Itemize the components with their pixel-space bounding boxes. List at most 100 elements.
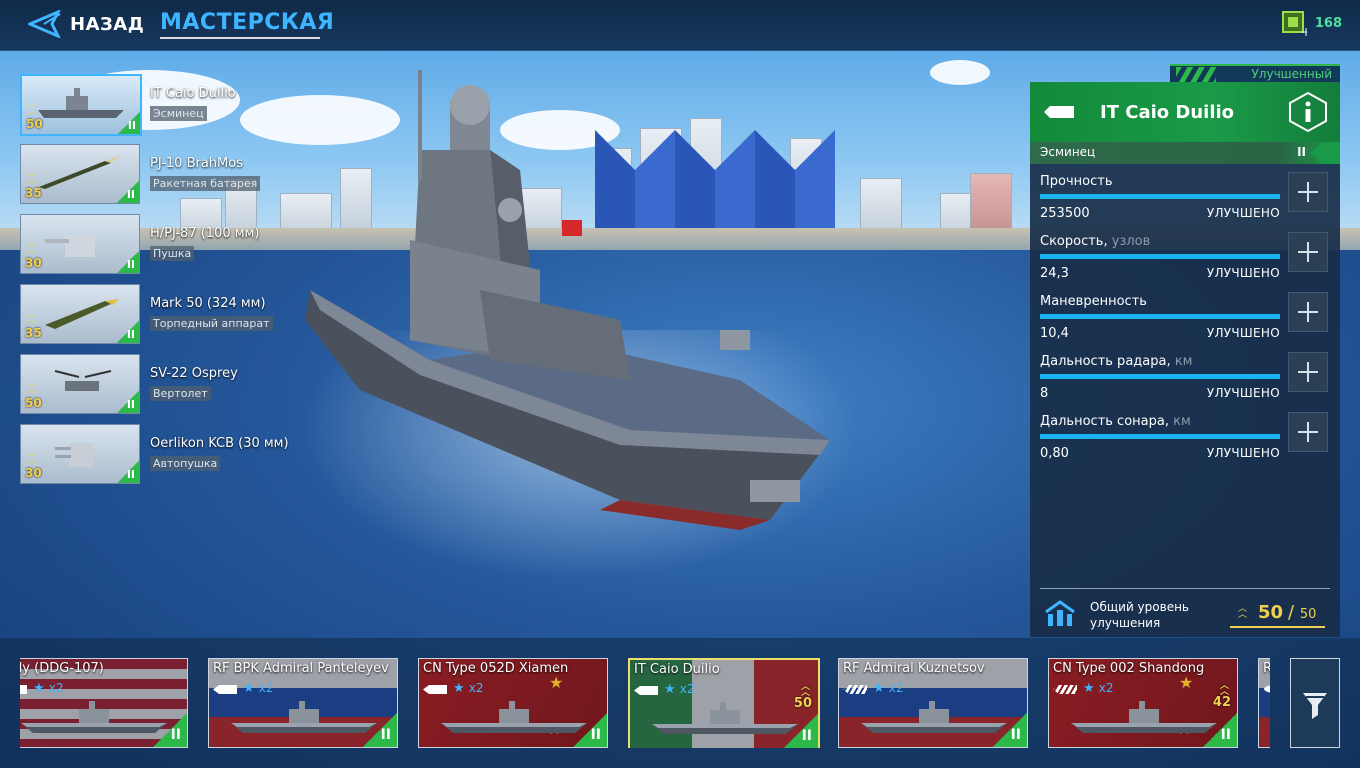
module-thumbnail[interactable]: ︿ ︿ 50 II (20, 354, 140, 414)
module-thumbnail[interactable]: ︿ ︿ 50 II (20, 74, 142, 136)
fleet-ship-stars: ★ x2 (664, 682, 695, 697)
module-name: Mark 50 (324 мм) (150, 296, 266, 311)
level-chevron-icon: ︿ ︿ (1219, 681, 1229, 697)
level-chevron-icon: ︿ ︿ (27, 309, 37, 326)
flag-star-icon: ★ (549, 673, 564, 692)
stat-name: Прочность (1040, 174, 1113, 189)
filter-button[interactable] (1290, 658, 1340, 748)
stat-upgrade-plus-button[interactable] (1288, 412, 1328, 452)
module-thumbnail[interactable]: ︿ ︿ 35 II (20, 284, 140, 344)
stat-upgrade-plus-button[interactable] (1288, 232, 1328, 272)
star-count: x2 (48, 681, 64, 695)
stat-bar-fill (1040, 374, 1280, 379)
module-tier: II (127, 119, 136, 132)
stat-bar-fill (1040, 194, 1280, 199)
stat-value: 0,80 (1040, 446, 1069, 461)
filter-funnel-icon (1303, 693, 1327, 719)
stat-status: УЛУЧШЕНО (1206, 266, 1280, 280)
back-label: НАЗАД (70, 13, 145, 35)
module-tier: II (126, 258, 135, 271)
fleet-ship-name: CN Type 052D Xiamen (423, 661, 569, 676)
back-button[interactable]: НАЗАД (28, 10, 144, 38)
fleet-ship-level-value: 50 (793, 696, 812, 711)
module-item[interactable]: ︿ ︿ 30 II Oerlikon KCB (30 мм) Автопушка (20, 424, 320, 484)
fleet-ship-card[interactable]: CN Type 002 Shandong★ x2★★︿︿42II (1048, 658, 1238, 748)
star-icon: ★ (243, 681, 255, 696)
back-arrow-icon (28, 10, 61, 38)
total-upgrade-value: ︿ ︿ 50 / 50 (1230, 600, 1325, 628)
module-name: H/PJ-87 (100 мм) (150, 226, 260, 241)
tier-badge: II (573, 713, 607, 747)
stat-status: УЛУЧШЕНО (1206, 386, 1280, 400)
module-item[interactable]: ︿ ︿ 35 II Mark 50 (324 мм) Торпедный аппа… (20, 284, 320, 344)
info-button[interactable] (1288, 92, 1328, 132)
fleet-carousel[interactable]: vely (DDG-107)★ x2II RF BPK Admiral Pante… (20, 658, 1270, 748)
ship-silhouette-icon (652, 702, 798, 734)
page-title: МАСТЕРСКАЯ (160, 10, 335, 35)
module-type: Эсминец (150, 106, 207, 121)
module-thumbnail[interactable]: ︿ ︿ 35 II (20, 144, 140, 204)
ship-class-icon (1044, 106, 1074, 118)
module-name: SV-22 Osprey (150, 366, 238, 381)
upgrade-status-tab: Улучшенный (1170, 64, 1340, 84)
module-level: 35 (25, 326, 42, 340)
fleet-ship-name: RF BPK Admiral Panteleyev (213, 661, 389, 676)
fleet-ship-card[interactable]: vely (DDG-107) ★ x2 II (20, 658, 188, 748)
module-type: Пушка (150, 246, 195, 261)
module-level: 30 (25, 256, 42, 270)
fleet-ship-card[interactable]: RF BPK Admiral Panteleyev ★ x2 II (208, 658, 398, 748)
currency-value: 168 (1314, 15, 1342, 31)
fleet-ship-level-value: 42 (1212, 695, 1231, 710)
fleet-ship-card[interactable]: CN Type 052D Xiamen★ x2★★II (418, 658, 608, 748)
stat-unit: км (1173, 414, 1191, 429)
star-icon: ★ (1083, 681, 1095, 696)
module-name: PJ-10 BrahMos (150, 156, 243, 171)
stat-unit: узлов (1111, 234, 1151, 249)
star-count: x2 (468, 681, 484, 695)
fleet-ship-tier: II (1010, 727, 1021, 743)
module-level: 50 (25, 396, 42, 410)
ship-stats-panel: IT Caio Duilio Эсминец II Прочность 2535… (1030, 82, 1340, 637)
title-underline (160, 37, 320, 39)
total-upgrade-max-value: 50 (1299, 607, 1317, 622)
level-chevron-icon: ︿ ︿ (1238, 604, 1248, 620)
fleet-ship-stars: ★ x2 (453, 681, 484, 696)
module-item[interactable]: ︿ ︿ 30 II H/PJ-87 (100 мм) Пушка (20, 214, 320, 274)
stat-bar-fill (1040, 254, 1280, 259)
module-item[interactable]: ︿ ︿ 50 II IT Caio Duilio Эсминец (20, 74, 320, 136)
level-chevron-icon: ︿ ︿ (27, 169, 37, 186)
fleet-ship-name: IT Caio Duilio (634, 662, 720, 677)
stat-upgrade-plus-button[interactable] (1288, 172, 1328, 212)
ship-silhouette-icon (231, 701, 377, 733)
star-icon: ★ (33, 681, 45, 696)
total-upgrade-separator: / (1288, 602, 1295, 623)
level-chevron-icon: ︿ ︿ (27, 449, 37, 466)
module-item[interactable]: ︿ ︿ 35 II PJ-10 BrahMos Ракетная батарея (20, 144, 320, 204)
star-count: x2 (258, 681, 274, 695)
fleet-ship-stars: ★ x2 (1083, 681, 1114, 696)
fleet-ship-card[interactable]: RF Ku (1258, 658, 1270, 748)
tab-stripes (1176, 67, 1216, 82)
total-upgrade-current: 50 (1258, 602, 1284, 623)
upgrade-level-icon (1045, 600, 1075, 626)
panel-header: IT Caio Duilio (1030, 82, 1340, 142)
module-name: Oerlikon KCB (30 мм) (150, 436, 289, 451)
stat-upgrade-plus-button[interactable] (1288, 352, 1328, 392)
stat-row: Прочность 253500 УЛУЧШЕНО (1040, 174, 1280, 230)
tier-badge: II (117, 321, 139, 343)
stat-status: УЛУЧШЕНО (1206, 326, 1280, 340)
stat-label: Маневренность (1040, 294, 1147, 309)
module-thumbnail[interactable]: ︿ ︿ 30 II (20, 424, 140, 484)
ship-tier: II (1297, 145, 1306, 159)
fleet-ship-card[interactable]: IT Caio Duilio ★ x2 ︿ ︿ 50 II (628, 658, 820, 748)
module-tier: II (126, 328, 135, 341)
currency-display[interactable]: + 168 (1281, 10, 1342, 36)
fleet-ship-name: RF Ku (1263, 661, 1270, 676)
stat-upgrade-plus-button[interactable] (1288, 292, 1328, 332)
module-thumbnail[interactable]: ︿ ︿ 30 II (20, 214, 140, 274)
stat-name: Дальность сонара, (1040, 414, 1169, 429)
fleet-ship-card[interactable]: RF Admiral Kuznetsov ★ x2 II (838, 658, 1028, 748)
module-item[interactable]: ︿ ︿ 50 II SV-22 Osprey Вертолет (20, 354, 320, 414)
stat-row: Маневренность 10,4 УЛУЧШЕНО (1040, 294, 1280, 350)
stat-row: Дальность сонара, км 0,80 УЛУЧШЕНО (1040, 414, 1280, 470)
